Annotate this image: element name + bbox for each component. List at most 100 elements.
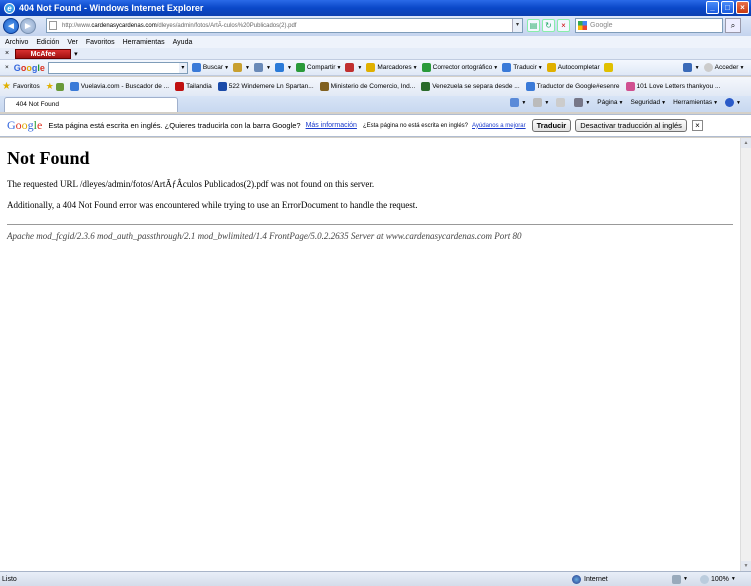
pagerank-icon bbox=[253, 63, 263, 72]
google-search-input[interactable] bbox=[47, 61, 188, 74]
mcafee-dropdown-icon[interactable]: ▾ bbox=[74, 50, 78, 58]
help-icon bbox=[725, 98, 735, 107]
traducir-label: Traducir bbox=[513, 64, 537, 71]
disable-translate-button[interactable]: Desactivar traducción al inglés bbox=[575, 119, 687, 132]
close-translate-icon[interactable]: × bbox=[691, 120, 703, 131]
pencil-button[interactable] bbox=[603, 63, 615, 72]
fav-item-ministerio[interactable]: Ministerio de Comercio, Ind... bbox=[319, 82, 415, 91]
close-icon[interactable]: × bbox=[736, 1, 749, 14]
fav-item-windemere[interactable]: 522 Windemere Ln Spartan... bbox=[217, 82, 314, 91]
protected-mode-button[interactable]: ▼ bbox=[672, 574, 688, 584]
close-google-toolbar-icon[interactable]: × bbox=[5, 64, 9, 71]
acceder-button[interactable]: Acceder ▼ bbox=[703, 63, 744, 72]
buscar-label: Buscar bbox=[202, 64, 224, 71]
security-zone: Internet bbox=[572, 574, 608, 584]
home-button[interactable]: ▼ bbox=[510, 98, 526, 107]
ministerio-favicon bbox=[319, 82, 329, 91]
add-favorite-icon[interactable]: ★ bbox=[46, 81, 54, 92]
error-detail: Additionally, a 404 Not Found error was … bbox=[7, 200, 418, 210]
minimize-icon[interactable]: _ bbox=[706, 1, 719, 14]
back-button[interactable]: ◄ bbox=[3, 18, 19, 34]
fav-label: Vuelavia.com - Buscador de ... bbox=[80, 83, 170, 90]
title-bar: e 404 Not Found - Windows Internet Explo… bbox=[0, 0, 751, 16]
menu-archivo[interactable]: Archivo bbox=[5, 39, 28, 46]
refresh-icon[interactable]: ↻ bbox=[542, 19, 555, 32]
compartir-button[interactable]: Compartir ▼ bbox=[295, 63, 341, 72]
mcafee-button[interactable]: McAfee bbox=[15, 48, 72, 59]
tab-title: 404 Not Found bbox=[16, 101, 60, 108]
traductor-favicon bbox=[525, 82, 535, 91]
fav-item-tailandia[interactable]: Tailandia bbox=[175, 82, 212, 91]
suggested-sites-icon[interactable] bbox=[55, 82, 64, 91]
compartir-label: Compartir bbox=[306, 64, 336, 71]
favorites-button[interactable]: ★ Favoritos bbox=[2, 81, 40, 92]
popup-blocker-button[interactable]: ▼ bbox=[345, 63, 362, 72]
address-input[interactable]: http://www. cardenasycardenas.com/dleyes/… bbox=[46, 18, 523, 33]
favorites-label: Favoritos bbox=[12, 83, 40, 90]
translate-button[interactable]: Traducir bbox=[531, 119, 572, 132]
translate-icon bbox=[502, 63, 512, 72]
server-signature: Apache mod_fcgid/2.3.6 mod_auth_passthro… bbox=[7, 231, 522, 241]
tab-row: 404 Not Found ▼ ▼ ▼ Página ▼ Seguridad ▼ H… bbox=[0, 96, 751, 112]
popup-blocker-icon bbox=[345, 63, 355, 72]
autocompletar-label: Autocompletar bbox=[557, 64, 600, 71]
menu-herramientas[interactable]: Herramientas bbox=[123, 39, 165, 46]
more-info-link[interactable]: Más información bbox=[306, 122, 357, 129]
zoom-button[interactable]: 100% ▼ bbox=[700, 574, 736, 584]
traducir-button[interactable]: Traducir ▼ bbox=[502, 63, 543, 72]
marcadores-label: Marcadores bbox=[377, 64, 412, 71]
pagina-menu[interactable]: Página ▼ bbox=[597, 99, 623, 106]
search-icon[interactable]: ⌕ bbox=[725, 18, 741, 33]
fav-item-vuelavia[interactable]: Vuelavia.com - Buscador de ... bbox=[69, 82, 170, 91]
wrench-button[interactable]: ▼ bbox=[682, 63, 700, 72]
autocompletar-button[interactable]: Autocompletar bbox=[546, 63, 600, 72]
help-improve-link[interactable]: Ayúdanos a mejorar bbox=[472, 123, 526, 129]
wrench-icon bbox=[682, 63, 692, 72]
google-translate-logo: Google bbox=[7, 118, 43, 132]
zone-label: Internet bbox=[584, 575, 608, 583]
love-letters-favicon bbox=[625, 82, 635, 91]
stop-icon[interactable]: × bbox=[557, 19, 570, 32]
command-bar: ▼ ▼ ▼ Página ▼ Seguridad ▼ Herramientas ▼ ▼ bbox=[503, 98, 741, 107]
scroll-up-icon[interactable]: ▲ bbox=[741, 138, 751, 148]
close-toolbar-icon[interactable]: × bbox=[5, 50, 9, 57]
puzzle-button[interactable]: ▼ bbox=[274, 63, 292, 72]
fav-label: 522 Windemere Ln Spartan... bbox=[228, 83, 314, 90]
highlight-button[interactable]: ▼ bbox=[233, 63, 250, 72]
marcadores-button[interactable]: Marcadores ▼ bbox=[366, 63, 418, 72]
print-button[interactable]: ▼ bbox=[574, 98, 590, 107]
compat-view-icon[interactable]: ▤ bbox=[527, 19, 540, 32]
maximize-icon[interactable]: □ bbox=[721, 1, 734, 14]
forward-button[interactable]: ► bbox=[20, 18, 36, 34]
seguridad-menu[interactable]: Seguridad ▼ bbox=[630, 99, 666, 106]
tab-404[interactable]: 404 Not Found bbox=[4, 97, 178, 112]
vertical-scrollbar[interactable]: ▲ ▼ bbox=[740, 138, 751, 571]
fav-item-love-letters[interactable]: 101 Love Letters thankyou ... bbox=[625, 82, 720, 91]
scroll-down-icon[interactable]: ▼ bbox=[741, 561, 751, 571]
menu-ayuda[interactable]: Ayuda bbox=[173, 39, 193, 46]
url-host: cardenasycardenas.com bbox=[91, 22, 157, 29]
herramientas-menu[interactable]: Herramientas ▼ bbox=[673, 99, 718, 106]
seguridad-label: Seguridad bbox=[630, 99, 661, 106]
search-input[interactable]: Google bbox=[575, 18, 723, 33]
feeds-button[interactable]: ▼ bbox=[533, 98, 549, 107]
protected-mode-icon bbox=[672, 574, 681, 584]
read-mail-button[interactable] bbox=[556, 98, 567, 107]
address-dropdown-icon[interactable]: ▾ bbox=[512, 19, 522, 32]
help-button[interactable]: ▼ bbox=[725, 98, 741, 107]
menu-favoritos[interactable]: Favoritos bbox=[86, 39, 115, 46]
buscar-button[interactable]: Buscar ▼ bbox=[191, 63, 229, 72]
menu-bar: Archivo Edición Ver Favoritos Herramient… bbox=[0, 36, 751, 48]
page-content: Not Found The requested URL /dleyes/admi… bbox=[0, 138, 740, 571]
page-rank-button[interactable]: ▼ bbox=[253, 63, 271, 72]
menu-edicion[interactable]: Edición bbox=[36, 39, 59, 46]
highlighter-icon bbox=[233, 63, 243, 72]
menu-ver[interactable]: Ver bbox=[67, 39, 78, 46]
mcafee-toolbar: × McAfee ▾ bbox=[0, 48, 751, 60]
window-controls: _ □ × bbox=[706, 1, 749, 14]
fav-item-venezuela[interactable]: Venezuela se separa desde ... bbox=[421, 82, 520, 91]
corrector-button[interactable]: Corrector ortográfico ▼ bbox=[421, 63, 498, 72]
search-placeholder: Google bbox=[590, 22, 613, 29]
fav-item-traductor[interactable]: Traductor de Google#esenre bbox=[525, 82, 620, 91]
status-bar: Listo Internet ▼ 100% ▼ bbox=[0, 571, 751, 586]
